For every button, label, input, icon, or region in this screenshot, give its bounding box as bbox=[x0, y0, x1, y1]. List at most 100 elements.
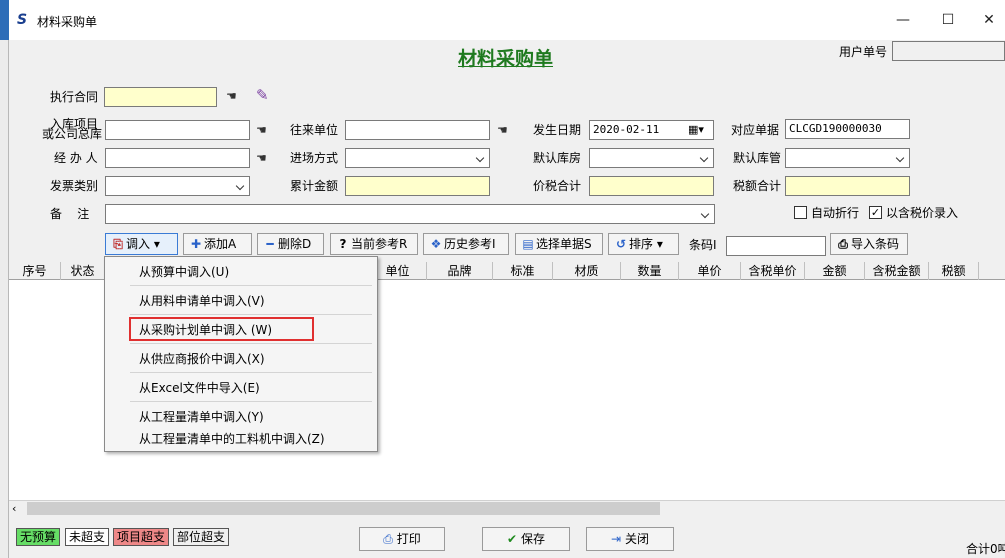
current-ref-button[interactable]: ? 当前参考R bbox=[330, 233, 418, 255]
col-header-status[interactable]: 状态 bbox=[61, 262, 105, 280]
date-label: 发生日期 bbox=[533, 123, 582, 137]
history-ref-button[interactable]: ❖ 历史参考I bbox=[423, 233, 509, 255]
print-label: 打印 bbox=[396, 532, 421, 546]
barcode-label: 条码I bbox=[689, 238, 717, 252]
date-value: 2020-02-11 bbox=[593, 123, 660, 136]
app-icon: S bbox=[17, 12, 28, 28]
col-header-tax[interactable]: 税额 bbox=[929, 262, 979, 280]
barcode-doc-icon: ⎙ bbox=[838, 237, 848, 251]
select-doc-button[interactable]: ▤ 选择单据S bbox=[515, 233, 603, 255]
background-window-titlebar bbox=[0, 0, 9, 40]
save-button[interactable]: ✔ 保存 bbox=[482, 527, 570, 551]
invoice-type-label: 发票类别 bbox=[50, 179, 99, 193]
tax-incl-checkbox[interactable]: ✓ bbox=[869, 206, 882, 219]
pointer-hand-icon[interactable]: ☚ bbox=[256, 123, 274, 137]
window-title: 材料采购单 bbox=[37, 15, 98, 29]
menu-separator bbox=[130, 343, 372, 344]
close-label: 关闭 bbox=[624, 532, 649, 546]
import-barcode-button[interactable]: ⎙ 导入条码 bbox=[830, 233, 908, 255]
col-header-qty[interactable]: 数量 bbox=[621, 262, 679, 280]
menu-item-from-requisition[interactable]: 从用料申请单中调入(V) bbox=[139, 292, 265, 309]
invoice-type-select[interactable] bbox=[105, 176, 250, 196]
pointer-hand-icon[interactable]: ☚ bbox=[226, 89, 244, 103]
tax-total-label: 价税合计 bbox=[533, 179, 582, 193]
highlight-box bbox=[129, 317, 314, 341]
clear-brush-icon[interactable]: ✎ bbox=[256, 86, 274, 104]
entry-mode-label: 进场方式 bbox=[290, 151, 339, 165]
select-doc-icon: ▤ bbox=[522, 237, 534, 251]
tax-amount-label: 税额合计 bbox=[733, 179, 782, 193]
add-button-label: 添加A bbox=[204, 237, 237, 251]
tax-total-field bbox=[589, 176, 714, 196]
partner-input[interactable] bbox=[345, 120, 490, 140]
entry-mode-select[interactable] bbox=[345, 148, 490, 168]
project-label-line2: 或公司总库 bbox=[42, 127, 103, 141]
ref-no-label: 对应单据 bbox=[731, 123, 780, 137]
contract-label: 执行合同 bbox=[50, 90, 99, 104]
calendar-dropdown-icon[interactable]: ▦▾ bbox=[688, 123, 704, 136]
project-input[interactable] bbox=[105, 120, 250, 140]
menu-item-from-bill-of-quantities[interactable]: 从工程量清单中调入(Y) bbox=[139, 408, 264, 425]
menu-separator bbox=[130, 372, 372, 373]
handler-input[interactable] bbox=[105, 148, 250, 168]
partner-label: 往来单位 bbox=[290, 123, 339, 137]
title-bar bbox=[9, 0, 1005, 40]
pointer-hand-icon[interactable]: ☚ bbox=[497, 123, 515, 137]
default-store-select[interactable] bbox=[589, 148, 714, 168]
legend-dept-over: 部位超支 bbox=[173, 528, 230, 546]
col-header-tax-amount[interactable]: 含税金额 bbox=[865, 262, 929, 280]
col-header-brand[interactable]: 品牌 bbox=[427, 262, 493, 280]
history-ref-label: 历史参考I bbox=[444, 237, 496, 251]
col-header-price[interactable]: 单价 bbox=[679, 262, 741, 280]
legend-project-over: 项目超支 bbox=[113, 528, 170, 546]
delete-button-label: 删除D bbox=[278, 237, 312, 251]
col-header-standard[interactable]: 标准 bbox=[493, 262, 553, 280]
auto-discount-checkbox[interactable] bbox=[794, 206, 807, 219]
plus-icon: ✚ bbox=[190, 237, 202, 251]
current-ref-label: 当前参考R bbox=[351, 237, 408, 251]
default-keeper-label: 默认库管 bbox=[733, 151, 782, 165]
minus-icon: ━ bbox=[266, 237, 274, 251]
handler-label: 经 办 人 bbox=[54, 151, 98, 165]
menu-item-from-budget[interactable]: 从预算中调入(U) bbox=[139, 263, 229, 280]
sort-icon: ↺ bbox=[615, 237, 627, 251]
book-icon: ❖ bbox=[430, 237, 442, 251]
barcode-input[interactable] bbox=[726, 236, 826, 256]
import-button-label: 调入 bbox=[126, 237, 151, 251]
menu-item-from-excel[interactable]: 从Excel文件中导入(E) bbox=[139, 379, 260, 396]
select-doc-label: 选择单据S bbox=[536, 237, 592, 251]
print-button[interactable]: ⎙ 打印 bbox=[359, 527, 445, 551]
total-amount-field bbox=[345, 176, 490, 196]
contract-input[interactable] bbox=[104, 87, 217, 107]
ref-no-input[interactable]: CLCGD190000030 bbox=[785, 119, 910, 139]
legend-no-budget: 无预算 bbox=[16, 528, 61, 546]
col-header-amount[interactable]: 金额 bbox=[805, 262, 865, 280]
exit-door-icon: ⇥ bbox=[611, 532, 622, 546]
col-header-material[interactable]: 材质 bbox=[553, 262, 621, 280]
sort-button[interactable]: ↺ 排序 ▾ bbox=[608, 233, 679, 255]
remark-input[interactable] bbox=[105, 204, 715, 224]
delete-button[interactable]: ━ 删除D bbox=[257, 233, 324, 255]
user-no-label: 用户单号 bbox=[839, 45, 888, 59]
close-button[interactable]: ⇥ 关闭 bbox=[586, 527, 674, 551]
scrollbar-thumb[interactable] bbox=[27, 502, 660, 515]
scroll-left-icon[interactable]: ‹ bbox=[12, 502, 16, 515]
menu-separator bbox=[130, 401, 372, 402]
user-no-input[interactable] bbox=[892, 41, 1005, 61]
menu-item-from-supplier-quote[interactable]: 从供应商报价中调入(X) bbox=[139, 350, 265, 367]
col-header-seq[interactable]: 序号 bbox=[9, 262, 61, 280]
save-label: 保存 bbox=[520, 532, 545, 546]
close-window-button[interactable]: ✕ bbox=[974, 8, 1004, 32]
pointer-hand-icon[interactable]: ☚ bbox=[256, 151, 274, 165]
default-keeper-select[interactable] bbox=[785, 148, 910, 168]
import-button[interactable]: ⎘ 调入 ▾ bbox=[105, 233, 178, 255]
maximize-button[interactable]: ☐ bbox=[933, 8, 963, 32]
import-barcode-label: 导入条码 bbox=[851, 237, 900, 251]
add-button[interactable]: ✚ 添加A bbox=[183, 233, 252, 255]
total-text: 合计0吨 bbox=[966, 542, 1005, 556]
default-store-label: 默认库房 bbox=[533, 151, 582, 165]
menu-item-from-boq-labor-material[interactable]: 从工程量清单中的工料机中调入(Z) bbox=[139, 430, 325, 447]
menu-separator bbox=[130, 285, 372, 286]
minimize-button[interactable]: — bbox=[888, 8, 918, 32]
col-header-tax-price[interactable]: 含税单价 bbox=[741, 262, 805, 280]
